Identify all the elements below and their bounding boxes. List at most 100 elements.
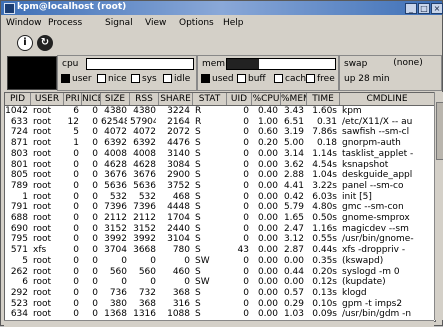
table-row[interactable]: 688 root 0 0 2112 2112 1704 S 0 0.00 1.65 0.50s gnom… <box>5 213 435 224</box>
column-header-cmdline[interactable]: CMDLINE <box>340 93 435 105</box>
cell-size: 2112 <box>104 213 127 223</box>
table-row[interactable]: 795 root 0 0 3992 3992 3104 S 0 0.00 3.12 0.55s/usr… <box>5 234 435 245</box>
menu-options[interactable]: Options <box>179 18 214 28</box>
table-row[interactable]: 634 root 0 0 1368 1316 1088 S 0 0.00 1.03 0.09s/usr… <box>5 309 435 320</box>
cell-uid: 0 <box>243 138 249 149</box>
vertical-scrollbar[interactable] <box>434 92 443 320</box>
table-row[interactable]: 803 root 0 0 4008 4008 3140 S 0 0.00 3.14 1.14s task… <box>5 149 435 160</box>
table-row[interactable]: 5 root 0 0 0 0 0 SW 0 0.00 0.00 0.35s (kswapd) <box>5 256 435 267</box>
column-header-cpu[interactable]: %CPU <box>252 93 281 105</box>
table-row[interactable]: 571 xfs 0 0 3704 3668 780 S 43 0.00 2.87 0.44s xfs -… <box>5 245 435 256</box>
column-header-mem[interactable]: %MEM <box>281 93 307 105</box>
cell-nice: 0 <box>92 213 98 223</box>
cell-time: 4.54s <box>312 159 337 170</box>
menu-window[interactable]: Window <box>6 18 42 28</box>
cell-pid: 724 <box>10 127 28 138</box>
cell-time: 6.03s <box>312 191 337 202</box>
column-header-size[interactable]: SIZE <box>101 93 130 105</box>
column-header-rss[interactable]: RSS <box>130 93 159 105</box>
table-row[interactable]: 871 root 1 0 6392 6392 4476 S 0 0.20 5.00 0.18 gnorp… <box>5 138 435 149</box>
table-row[interactable]: 1 root 0 0 532 532 468 S 0 0.00 0.42 6.03s init [5] <box>5 192 435 203</box>
title-bar[interactable]: kpm@localhost (root) _ □ × <box>1 1 443 15</box>
column-header-nice[interactable]: NICE <box>82 93 101 105</box>
column-header-uid[interactable]: UID <box>227 93 252 105</box>
cell-mem: 3.12 <box>283 234 304 245</box>
table-row[interactable]: 633 root 12 0 62548 57904 2164 R 0 1.00 6.51 0.31/e… <box>5 117 435 128</box>
legend-used: used <box>201 74 234 84</box>
cell-time: 1.04s <box>312 170 337 181</box>
cell-pri: 0 <box>73 298 79 309</box>
cell-nice: 0 <box>92 223 98 234</box>
cell-cmdline: init [5] <box>342 191 372 202</box>
cell-rss: 4008 <box>133 148 156 159</box>
column-header-time[interactable]: TIME <box>307 93 340 105</box>
cell-rss: 7396 <box>133 202 156 213</box>
table-row[interactable]: 6 root 0 0 0 0 0 SW 0 0.00 0.00 0.12s (kupdate) <box>5 277 435 288</box>
column-header-pid[interactable]: PID <box>5 93 31 105</box>
table-row[interactable]: 292 root 0 0 736 732 368 S 0 0.00 0.57 0.13s klogd <box>5 288 435 299</box>
cell-user: root <box>33 255 52 266</box>
table-row[interactable]: 791 root 0 0 7396 7396 4448 S 0 0.00 5.79 4.80s gmc … <box>5 202 435 213</box>
kpm-window: kpm@localhost (root) _ □ × Window Proces… <box>0 0 443 327</box>
cell-stat: SW <box>195 277 210 288</box>
refresh-icon[interactable]: ↻ <box>37 35 53 51</box>
table-row[interactable]: 1042 root 6 0 4380 4380 3224 R 0 0.40 3.43 1.60s kpm <box>5 106 435 117</box>
menu-signal[interactable]: Signal <box>105 18 133 28</box>
cell-time: 1.14s <box>312 148 337 159</box>
minimize-button[interactable]: _ <box>405 3 417 14</box>
cell-user: root <box>33 180 52 191</box>
menu-process[interactable]: Process <box>48 18 82 28</box>
cell-stat: S <box>195 170 201 181</box>
table-row[interactable]: 801 root 0 0 4628 4628 3084 S 0 0.00 3.62 4.54s ksna… <box>5 160 435 171</box>
cell-cpu: 0.00 <box>257 159 278 170</box>
cell-mem: 0.44 <box>283 266 304 277</box>
menu-view[interactable]: View <box>145 18 166 28</box>
cell-user: root <box>33 191 52 202</box>
cell-pid: 805 <box>10 170 28 181</box>
cell-size: 4008 <box>104 148 127 159</box>
column-header-pri[interactable]: PRI <box>64 93 82 105</box>
table-row[interactable]: 789 root 0 0 5636 5636 3752 S 0 0.00 4.41 3.22s pane… <box>5 181 435 192</box>
app-icon[interactable] <box>4 3 15 14</box>
cell-pri: 0 <box>73 213 79 223</box>
cell-nice: 0 <box>92 127 98 138</box>
maximize-button[interactable]: □ <box>418 3 430 14</box>
column-header-stat[interactable]: STAT <box>193 93 227 105</box>
cell-time: 0.50s <box>312 213 337 223</box>
cell-cmdline: tasklist_applet - <box>342 148 414 159</box>
cell-share: 4448 <box>167 202 190 213</box>
cell-nice: 0 <box>92 255 98 266</box>
cell-pri: 0 <box>73 287 79 298</box>
cell-cpu: 0.00 <box>257 266 278 277</box>
column-header-share[interactable]: SHARE <box>159 93 193 105</box>
cell-stat: S <box>195 202 201 213</box>
legend-nice: nice <box>97 74 127 84</box>
cell-size: 6392 <box>104 138 127 149</box>
cell-user: root <box>33 266 52 277</box>
cell-size: 0 <box>121 277 127 288</box>
cell-nice: 0 <box>92 202 98 213</box>
table-row[interactable]: 262 root 0 0 560 560 460 S 0 0.00 0.44 0.20s syslogd… <box>5 267 435 278</box>
cell-cmdline: deskguide_appl <box>342 170 413 181</box>
cell-user: root <box>33 277 52 288</box>
close-button[interactable]: × <box>431 3 443 14</box>
cell-pid: 634 <box>10 309 28 320</box>
cell-cpu: 0.20 <box>257 138 278 149</box>
cell-share: 316 <box>172 298 190 309</box>
table-row[interactable]: 690 root 0 0 3152 3152 2440 S 0 0.00 2.47 1.16s magi… <box>5 224 435 235</box>
cell-user: root <box>33 116 52 127</box>
column-header-user[interactable]: USER <box>31 93 64 105</box>
info-icon[interactable]: i <box>17 35 33 51</box>
cell-pid: 1042 <box>5 106 28 116</box>
cell-nice: 0 <box>92 287 98 298</box>
cell-cmdline: magicdev --sm <box>342 223 409 234</box>
cell-size: 5636 <box>104 180 127 191</box>
cell-nice: 0 <box>92 138 98 149</box>
table-row[interactable]: 724 root 5 0 4072 4072 2072 S 0 0.60 3.19 7.86s sawf… <box>5 127 435 138</box>
cell-rss: 4072 <box>133 127 156 138</box>
table-row[interactable]: 523 root 0 0 380 368 316 S 0 0.00 0.29 0.10s gpm -t … <box>5 299 435 310</box>
table-row[interactable]: 805 root 0 0 3676 3676 2900 S 0 0.00 2.88 1.04s desk… <box>5 170 435 181</box>
scrollbar-thumb[interactable] <box>436 102 443 160</box>
menu-help[interactable]: Help <box>223 18 244 28</box>
cell-rss: 1316 <box>133 309 156 320</box>
